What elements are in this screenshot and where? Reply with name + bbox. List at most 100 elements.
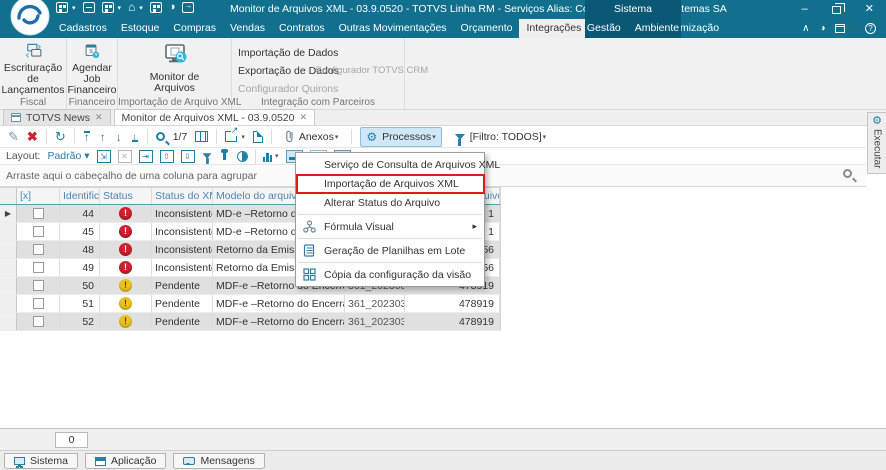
menu-item-copia-configuracao[interactable]: Cópia da configuração da visão [296,265,484,284]
menu-item-geracao-planilhas[interactable]: Geração de Planilhas em Lote [296,241,484,260]
tab-totvs-news[interactable]: TOTVS News ✕ [3,109,111,125]
search-icon[interactable] [155,132,165,141]
monitor-de-arquivos-button[interactable]: Monitor de Arquivos [118,38,231,96]
row-checkbox[interactable] [32,226,44,237]
close-tab-icon[interactable]: ✕ [300,112,308,123]
exit-icon[interactable] [182,1,195,13]
chevron-down-icon[interactable]: ▾ [851,25,855,33]
expand-up-icon[interactable]: ⇧ [159,149,174,163]
row-checkbox[interactable] [32,208,44,219]
filter-button[interactable]: [Filtro: TODOS] ▾ [450,129,551,146]
chevron-down-icon[interactable]: ▾ [275,152,279,160]
window-layout-icon[interactable] [835,24,846,33]
document-icon[interactable] [252,130,263,143]
tab-orcamento[interactable]: Orçamento [454,19,520,38]
anexos-button[interactable]: Anexos ▾ [280,128,344,145]
statusbar-tab-mensagens[interactable]: Mensagens [173,453,265,469]
row-checkbox[interactable] [32,244,44,255]
actions-icon[interactable] [101,2,114,13]
chevron-down-icon[interactable]: ▾ [72,4,76,12]
col-identificador[interactable]: Identificador [60,188,100,204]
totvs-logo[interactable] [9,0,51,37]
collapse-ribbon-icon[interactable]: ∧ [802,23,809,34]
menu-separator [298,214,482,215]
expand-down-icon[interactable]: ⇩ [180,149,195,163]
copy-view-icon [303,268,316,281]
tab-gestao[interactable]: Gestão [580,19,628,38]
first-record-icon[interactable]: ↑ [83,130,91,144]
processos-label: Processos [382,130,432,143]
chevron-down-icon[interactable]: ▾ [432,133,436,141]
row-checkbox[interactable] [32,316,44,327]
menu-item-formula-visual[interactable]: Fórmula Visual ▸ [296,217,484,236]
pie-view-icon[interactable] [236,150,248,162]
menu-item-servico-consulta[interactable]: Serviço de Consulta de Arquivos XML [296,155,500,174]
edit-icon[interactable]: ✎ [8,129,19,145]
columns-icon[interactable] [195,131,209,142]
tab-vendas[interactable]: Vendas [223,19,272,38]
next-record-icon[interactable]: ↓ [115,130,123,144]
chevron-down-icon[interactable]: ▾ [139,4,143,12]
save-icon[interactable] [82,2,95,13]
importacao-de-dados-link[interactable]: Importação de Dados [238,47,338,59]
apps-grid-icon[interactable] [149,2,162,13]
app-menu-icon[interactable] [56,2,68,13]
tab-monitor-arquivos-xml[interactable]: Monitor de Arquivos XML - 03.9.0520 ✕ [113,109,316,125]
tab-estoque[interactable]: Estoque [114,19,167,38]
chevron-down-icon[interactable]: ▾ [543,133,547,141]
menu-item-importacao-arquivos-xml[interactable]: Importação de Arquivos XML [296,174,484,193]
row-checkbox[interactable] [32,262,44,273]
refresh-icon[interactable]: ↻ [55,129,66,145]
statusbar-tab-aplicacao[interactable]: Aplicação [84,453,167,469]
tab-outras-movimentacoes[interactable]: Outras Movimentações [332,19,454,38]
layout-selector[interactable]: Padrão ▾ [47,150,89,162]
executar-side-tab[interactable]: ⚙ Executar [867,112,886,174]
tab-cadastros[interactable]: Cadastros [52,19,114,38]
dock-panel-icon[interactable]: ⇥ [138,149,153,163]
tab-integracoes[interactable]: Integrações [519,19,589,38]
col-status-xml[interactable]: Status do XML [152,188,213,204]
col-check[interactable]: [x] [17,188,60,204]
tab-contratos[interactable]: Contratos [272,19,332,38]
row-checkbox[interactable] [32,280,44,291]
tab-ambiente[interactable]: Ambiente [628,19,686,38]
delete-icon[interactable]: ✖ [27,129,38,145]
table-row[interactable]: 51 ! Pendente MDF-e –Retorno do Encerram… [0,295,501,313]
chevron-down-icon[interactable]: ▾ [241,133,245,141]
minimize-button[interactable]: – [802,0,808,19]
totvs-mark-icon[interactable]: ◑ [169,2,176,13]
previous-record-icon[interactable]: ↑ [99,130,107,144]
chevron-down-icon[interactable]: ▾ [335,133,339,141]
row-indicator: ▶ [0,205,17,222]
restore-button[interactable] [831,2,845,14]
tab-compras[interactable]: Compras [166,19,223,38]
cell-identificador: 52 [60,313,100,330]
cell-status-xml: Inconsistente [152,223,213,240]
chart-icon[interactable] [262,151,273,162]
agendar-job-financeiro-button[interactable]: $ Agendar Job Financeiro [67,38,117,96]
filter-rows-icon[interactable] [202,153,212,165]
grid-search-icon[interactable] [843,169,852,178]
totvs-mark-icon[interactable]: ◑ [819,23,825,34]
filter-icon [454,133,465,146]
pin-icon[interactable] [220,149,228,160]
processos-button[interactable]: ⚙ Processos ▾ [360,126,442,147]
count-field[interactable] [55,432,88,448]
error-status-icon: ! [119,261,132,274]
chevron-down-icon[interactable]: ▾ [118,4,122,12]
home-icon[interactable]: ⌂ [128,1,135,13]
close-button[interactable]: ✕ [865,0,874,19]
menu-item-alterar-status[interactable]: Alterar Status do Arquivo [296,193,484,212]
escrituracao-lancamentos-button[interactable]: Escrituração de Lançamentos [0,38,66,96]
separator [270,129,272,144]
export-icon[interactable] [225,125,239,142]
col-status[interactable]: Status [100,188,152,204]
last-record-icon[interactable]: ↓ [131,130,139,144]
expand-panel-icon[interactable]: ⇲ [96,149,111,163]
ribbon-group-integracao-parceiros: Importação de Dados Exportação de Dados … [232,38,428,109]
help-icon[interactable]: ? [865,23,876,34]
row-checkbox[interactable] [32,298,44,309]
close-tab-icon[interactable]: ✕ [95,112,103,123]
table-row[interactable]: 52 ! Pendente MDF-e –Retorno do Encerram… [0,313,501,331]
statusbar-tab-sistema[interactable]: Sistema [4,453,78,469]
